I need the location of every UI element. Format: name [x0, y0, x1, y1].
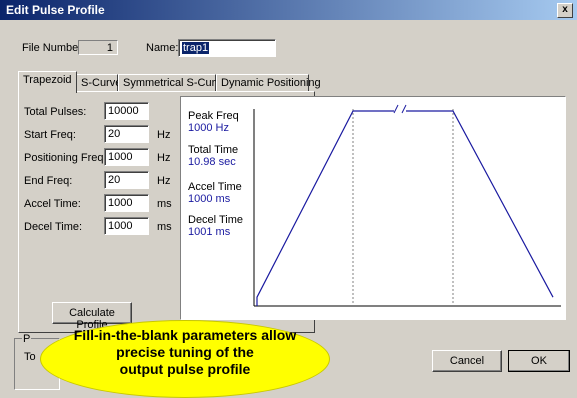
callout-text: Fill-in-the-blank parameters allow preci… — [50, 327, 320, 378]
edit-pulse-profile-window: Edit Pulse Profile x File Number: 1 Name… — [0, 0, 577, 398]
end-freq-unit: Hz — [157, 175, 171, 187]
tab-s-curve-label: S-Curve — [81, 77, 122, 89]
file-number-value: 1 — [78, 40, 118, 55]
name-field[interactable]: trap1 — [178, 39, 276, 57]
tab-s-curve[interactable]: S-Curve — [76, 74, 122, 91]
output-group-label: P — [22, 333, 32, 345]
accel-time-field[interactable]: 1000 — [104, 194, 149, 212]
callout-line-1: Fill-in-the-blank parameters allow — [73, 327, 297, 343]
total-pulses-label: Total Pulses: — [24, 106, 87, 118]
calculate-profile-button[interactable]: Calculate Profile — [52, 302, 132, 331]
profile-line — [256, 110, 554, 306]
name-field-value: trap1 — [182, 42, 210, 54]
profile-chart: Peak Freq 1000 Hz Total Time 10.98 sec A… — [180, 96, 566, 320]
start-freq-field[interactable]: 20 — [104, 125, 149, 143]
accel-time-unit: ms — [157, 198, 172, 210]
positioning-freq-field[interactable]: 1000 — [104, 148, 149, 166]
total-pulses-field[interactable]: 10000 — [104, 102, 149, 120]
decel-time-unit: ms — [157, 221, 172, 233]
decel-time-field[interactable]: 1000 — [104, 217, 149, 235]
callout-line-2: precise tuning of the — [116, 344, 254, 360]
end-freq-label: End Freq: — [24, 175, 73, 187]
close-button[interactable]: x — [557, 3, 573, 18]
output-group-sub: To — [24, 351, 36, 363]
positioning-freq-unit: Hz — [157, 152, 171, 164]
tab-symmetrical-s-curve[interactable]: Symmetrical S-Curve — [118, 74, 227, 91]
start-freq-label: Start Freq: — [24, 129, 76, 141]
callout-line-3: output pulse profile — [119, 361, 251, 377]
ok-button[interactable]: OK — [508, 350, 570, 372]
window-title: Edit Pulse Profile — [6, 3, 105, 17]
tab-trapezoid[interactable]: Trapezoid — [18, 71, 77, 93]
cancel-button[interactable]: Cancel — [432, 350, 502, 372]
tab-trapezoid-label: Trapezoid — [23, 74, 72, 86]
positioning-freq-label: Positioning Freq: — [24, 152, 107, 164]
end-freq-field[interactable]: 20 — [104, 171, 149, 189]
pulse-profile-plot — [253, 104, 561, 307]
name-label: Name: — [146, 42, 179, 54]
title-bar[interactable]: Edit Pulse Profile x — [0, 0, 577, 20]
tab-dynamic-positioning-label: Dynamic Positioning — [221, 77, 321, 89]
decel-time-label: Decel Time: — [24, 221, 83, 233]
file-number-label: File Number: — [22, 42, 85, 54]
start-freq-unit: Hz — [157, 129, 171, 141]
accel-time-label: Accel Time: — [24, 198, 81, 210]
tab-symmetrical-s-curve-label: Symmetrical S-Curve — [123, 77, 227, 89]
tab-dynamic-positioning[interactable]: Dynamic Positioning — [216, 74, 321, 91]
